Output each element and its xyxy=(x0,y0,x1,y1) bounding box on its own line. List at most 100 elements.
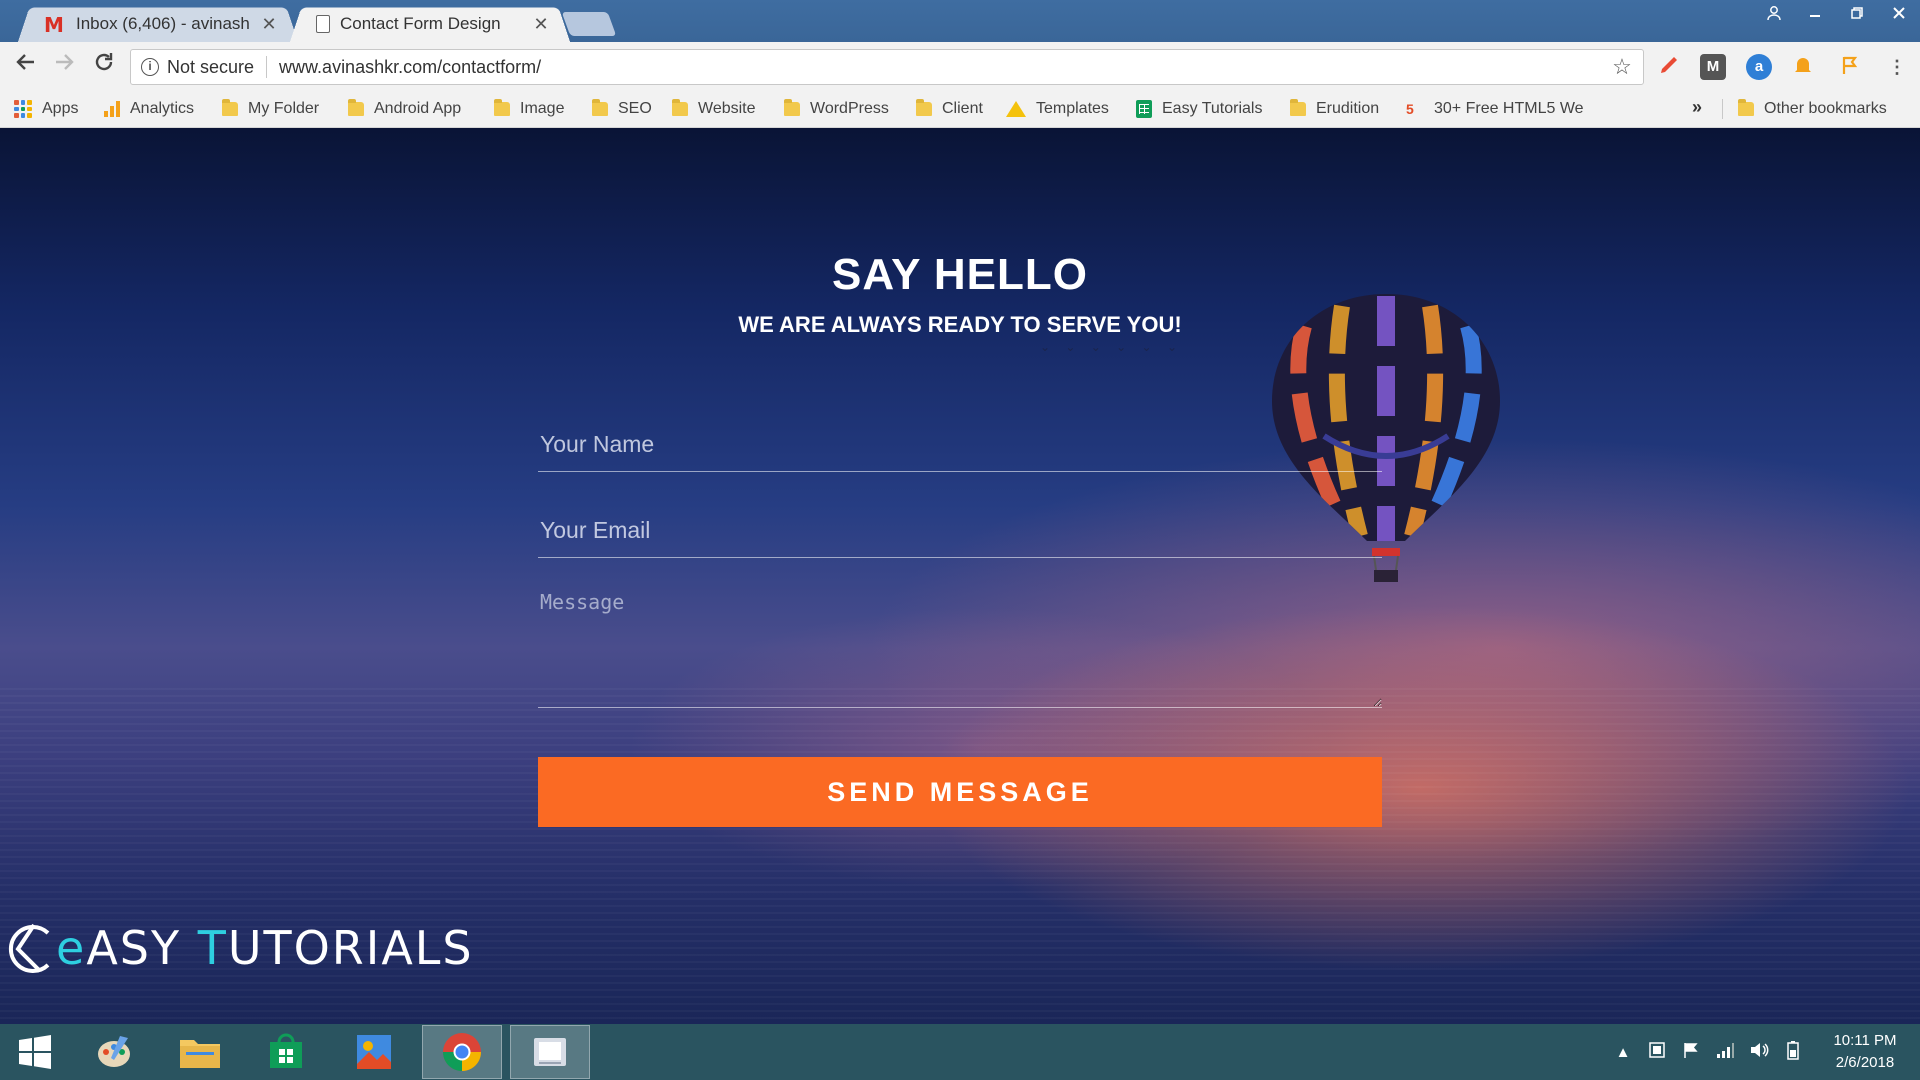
easy-tutorials-watermark: eASY TUTORIALS xyxy=(4,918,474,978)
drive-icon xyxy=(1006,101,1026,117)
name-input[interactable] xyxy=(538,418,1382,472)
contact-page: ⌄ ⌄ ⌄ ⌄ ⌄ ⌄ SAY HELLO WE ARE ALWAYS READ… xyxy=(0,128,1920,1024)
bookmark-my-folder[interactable]: My Folder xyxy=(222,98,319,120)
bookmark-label: Apps xyxy=(42,100,79,117)
page-title: SAY HELLO xyxy=(832,250,1088,299)
bookmark-html5-templates[interactable]: 5 30+ Free HTML5 We xyxy=(1406,98,1584,120)
video-icon[interactable] xyxy=(510,1025,590,1079)
browser-titlebar: Inbox (6,406) - avinash6 ✕ Contact Form … xyxy=(0,0,1920,42)
bookmark-wordpress[interactable]: WordPress xyxy=(784,98,889,120)
sheets-icon xyxy=(1136,100,1152,118)
browser-toolbar: i Not secure www.avinashkr.com/contactfo… xyxy=(0,42,1920,90)
folder-icon xyxy=(672,99,688,116)
apps-icon xyxy=(14,100,32,118)
action-center-icon[interactable] xyxy=(1640,1041,1674,1063)
close-window-icon[interactable] xyxy=(1878,0,1920,26)
start-icon[interactable] xyxy=(0,1025,70,1079)
bookmark-analytics[interactable]: Analytics xyxy=(104,98,194,120)
bookmark-android-app[interactable]: Android App xyxy=(348,98,461,120)
birds-decoration: ⌄ ⌄ ⌄ ⌄ ⌄ ⌄ xyxy=(1040,340,1183,354)
show-hidden-icons-icon[interactable]: ▲ xyxy=(1606,1044,1640,1061)
store-icon[interactable] xyxy=(246,1025,326,1079)
analytics-icon xyxy=(104,101,120,117)
paint-icon[interactable] xyxy=(74,1025,154,1079)
easy-tutorials-logo-icon xyxy=(8,923,50,973)
page-subtitle: WE ARE ALWAYS READY TO SERVE YOU! xyxy=(738,312,1182,337)
flag-extension-icon[interactable] xyxy=(1836,54,1862,80)
m-extension-icon[interactable]: M xyxy=(1700,54,1726,80)
folder-icon xyxy=(916,99,932,116)
folder-icon xyxy=(348,99,364,116)
close-tab-icon[interactable]: ✕ xyxy=(532,14,550,35)
tab-inbox[interactable]: Inbox (6,406) - avinash6 ✕ xyxy=(18,4,298,42)
clock-time: 10:11 PM xyxy=(1833,1032,1897,1049)
bookmark-label: Android App xyxy=(374,100,462,117)
pen-extension-icon[interactable] xyxy=(1656,54,1682,80)
send-message-button[interactable]: SEND MESSAGE xyxy=(538,757,1382,827)
bookmark-label: 30+ Free HTML5 We xyxy=(1434,100,1584,117)
close-tab-icon[interactable]: ✕ xyxy=(260,14,278,35)
email-input[interactable] xyxy=(538,504,1382,558)
a-extension-icon[interactable]: a xyxy=(1746,54,1772,80)
bookmark-label: Erudition xyxy=(1316,100,1380,117)
bookmark-apps[interactable]: Apps xyxy=(14,98,78,120)
reload-icon[interactable] xyxy=(88,50,120,82)
bookmark-label: Other bookmarks xyxy=(1764,100,1887,117)
bell-extension-icon[interactable] xyxy=(1790,54,1816,80)
new-tab-button[interactable] xyxy=(561,12,617,36)
clock[interactable]: 10:11 PM 2/6/2018 xyxy=(1810,1030,1920,1074)
bookmark-client[interactable]: Client xyxy=(916,98,983,120)
bookmark-seo[interactable]: SEO xyxy=(592,98,652,120)
bookmark-image[interactable]: Image xyxy=(494,98,564,120)
photos-icon[interactable] xyxy=(334,1025,414,1079)
security-label[interactable]: Not secure xyxy=(167,57,254,78)
system-tray: ▲ 10:11 PM 2/6/2018 xyxy=(1606,1024,1920,1080)
tab-title: Inbox (6,406) - avinash6 xyxy=(76,14,250,33)
page-icon xyxy=(316,15,330,33)
folder-icon xyxy=(784,99,800,116)
watermark-text: eASY TUTORIALS xyxy=(56,921,474,975)
address-bar[interactable]: i Not secure www.avinashkr.com/contactfo… xyxy=(130,49,1644,85)
bookmark-easy-tutorials[interactable]: Easy Tutorials xyxy=(1136,98,1262,120)
bookmarks-bar: Apps Analytics My Folder Android App Ima… xyxy=(0,90,1920,128)
window-controls xyxy=(1754,0,1920,26)
tab-contact-form[interactable]: Contact Form Design ✕ xyxy=(290,4,570,42)
user-icon[interactable] xyxy=(1754,0,1794,26)
info-icon[interactable]: i xyxy=(141,58,159,76)
bookmark-star-icon[interactable]: ☆ xyxy=(1607,54,1637,80)
minimize-icon[interactable] xyxy=(1794,0,1836,26)
battery-icon[interactable] xyxy=(1776,1040,1810,1064)
bookmark-label: Client xyxy=(942,100,983,117)
flag-icon[interactable] xyxy=(1674,1041,1708,1063)
windows-taskbar: ▲ 10:11 PM 2/6/2018 xyxy=(0,1024,1920,1080)
bookmark-label: My Folder xyxy=(248,100,320,117)
bookmark-label: Website xyxy=(698,100,756,117)
folder-icon xyxy=(592,99,608,116)
url-text[interactable]: www.avinashkr.com/contactform/ xyxy=(279,57,1607,78)
forward-icon[interactable] xyxy=(48,50,80,82)
volume-icon[interactable] xyxy=(1742,1041,1776,1063)
message-textarea[interactable] xyxy=(538,580,1382,708)
gmail-icon xyxy=(44,13,66,37)
chrome-icon[interactable] xyxy=(422,1025,502,1079)
address-separator xyxy=(266,56,268,78)
clock-date: 2/6/2018 xyxy=(1835,1054,1895,1071)
html5-icon: 5 xyxy=(1406,101,1414,117)
bookmark-templates[interactable]: Templates xyxy=(1006,98,1109,120)
restore-icon[interactable] xyxy=(1836,0,1878,26)
bookmark-other[interactable]: Other bookmarks xyxy=(1738,98,1887,120)
bookmark-erudition[interactable]: Erudition xyxy=(1290,98,1379,120)
bookmarks-separator xyxy=(1722,99,1723,119)
folder-icon xyxy=(1290,99,1306,116)
menu-icon[interactable]: ⋮ xyxy=(1884,54,1910,80)
bookmark-label: WordPress xyxy=(810,100,889,117)
network-signal-icon[interactable] xyxy=(1708,1041,1742,1063)
bookmark-website[interactable]: Website xyxy=(672,98,756,120)
file-explorer-icon[interactable] xyxy=(160,1025,240,1079)
bookmark-label: Image xyxy=(520,100,565,117)
folder-icon xyxy=(222,99,238,116)
bookmark-label: Easy Tutorials xyxy=(1162,100,1263,117)
bookmarks-overflow-icon[interactable]: » xyxy=(1692,97,1702,118)
tab-title: Contact Form Design xyxy=(340,14,501,33)
back-icon[interactable] xyxy=(10,50,42,82)
